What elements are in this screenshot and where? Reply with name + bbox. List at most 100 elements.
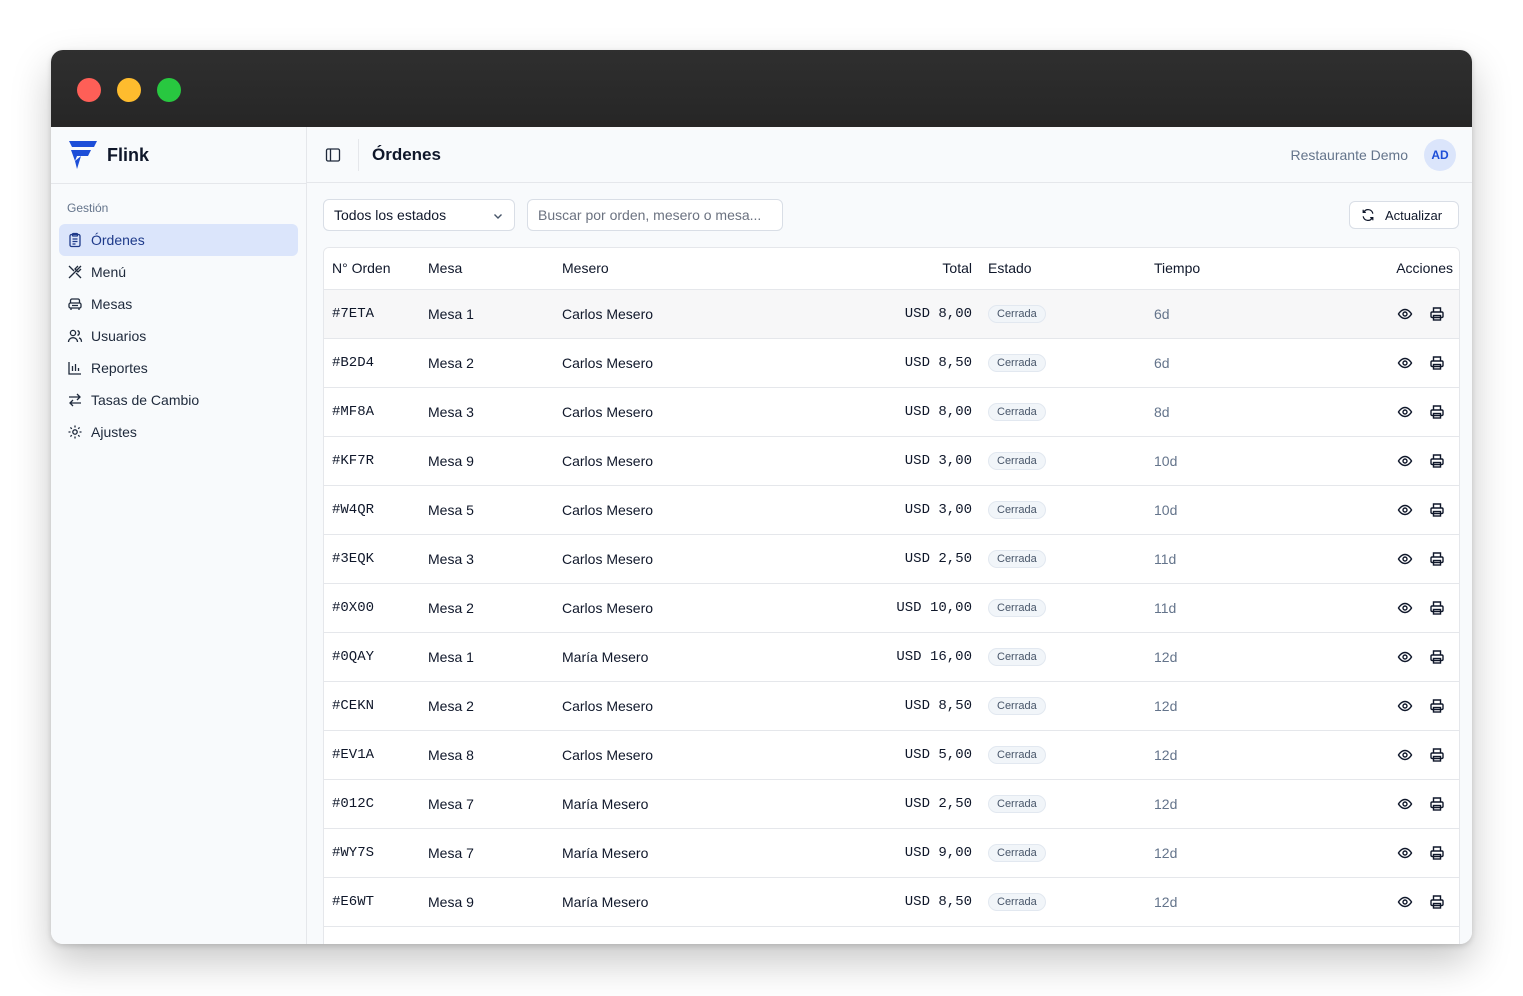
order-estado-cell: Cerrada xyxy=(980,877,1146,927)
table-row[interactable]: #012C Mesa 7 María Mesero USD 2,50 Cerrada 12… xyxy=(324,779,1459,829)
close-window-button[interactable] xyxy=(77,78,101,102)
print-printer-icon[interactable] xyxy=(1429,453,1445,469)
table-row[interactable]: #CEKN Mesa 2 Carlos Mesero USD 8,50 Cerrada 1… xyxy=(324,681,1459,731)
table-row[interactable]: #W4QR Mesa 5 Carlos Mesero USD 3,00 Cerrada 1… xyxy=(324,485,1459,535)
order-mesero: Carlos Mesero xyxy=(554,387,764,437)
column-header-mesero[interactable]: Mesero xyxy=(554,248,764,290)
print-printer-icon[interactable] xyxy=(1429,698,1445,714)
table-row[interactable]: #KF7R Mesa 9 Carlos Mesero USD 3,00 Cerrada 1… xyxy=(324,436,1459,486)
order-estado-cell: Cerrada xyxy=(980,387,1146,437)
sidebar-item-tasas-de-cambio[interactable]: Tasas de Cambio xyxy=(59,384,298,416)
view-eye-icon[interactable] xyxy=(1397,649,1413,665)
column-header-acciones: Acciones xyxy=(1310,248,1459,290)
view-eye-icon[interactable] xyxy=(1397,698,1413,714)
status-badge: Cerrada xyxy=(988,403,1046,421)
sidebar-item-reportes[interactable]: Reportes xyxy=(59,352,298,384)
view-eye-icon[interactable] xyxy=(1397,306,1413,322)
print-printer-icon[interactable] xyxy=(1429,796,1445,812)
order-tiempo: 12d xyxy=(1146,877,1310,927)
table-row[interactable]: #B2D4 Mesa 2 Carlos Mesero USD 8,50 Cerrada 6… xyxy=(324,338,1459,388)
column-header-estado[interactable]: Estado xyxy=(980,248,1146,290)
order-id: #KF7R xyxy=(324,436,420,486)
view-eye-icon[interactable] xyxy=(1397,894,1413,910)
order-mesa: Mesa 1 xyxy=(420,632,554,682)
view-eye-icon[interactable] xyxy=(1397,404,1413,420)
table-row[interactable]: #WY7S Mesa 7 María Mesero USD 9,00 Cerrada 12… xyxy=(324,828,1459,878)
print-printer-icon[interactable] xyxy=(1429,747,1445,763)
order-total: USD 5,00 xyxy=(764,730,980,780)
sidebar-group-label: Gestión xyxy=(67,201,109,215)
order-actions xyxy=(1310,681,1459,731)
print-printer-icon[interactable] xyxy=(1429,845,1445,861)
table-row[interactable]: #3EQK Mesa 3 Carlos Mesero USD 2,50 Cerrada 1… xyxy=(324,534,1459,584)
column-header-total[interactable]: Total xyxy=(764,248,980,290)
sidebar-item-label: Ajustes xyxy=(91,424,137,440)
sidebar-item-usuarios[interactable]: Usuarios xyxy=(59,320,298,352)
table-row[interactable]: #7ETA Mesa 1 Carlos Mesero USD 8,00 Cerrada 6… xyxy=(324,289,1459,339)
print-printer-icon[interactable] xyxy=(1429,306,1445,322)
order-tiempo: 11d xyxy=(1146,534,1310,584)
table-row[interactable]: #E6WT Mesa 9 María Mesero USD 8,50 Cerrada 12… xyxy=(324,877,1459,927)
status-badge: Cerrada xyxy=(988,746,1046,764)
print-printer-icon[interactable] xyxy=(1429,502,1445,518)
print-printer-icon[interactable] xyxy=(1429,894,1445,910)
status-filter-value: Todos los estados xyxy=(334,207,447,223)
sidebar-item-menu[interactable]: Menú xyxy=(59,256,298,288)
view-eye-icon[interactable] xyxy=(1397,355,1413,371)
table-row[interactable]: #EV1A Mesa 8 Carlos Mesero USD 5,00 Cerrada 1… xyxy=(324,730,1459,780)
view-eye-icon[interactable] xyxy=(1397,502,1413,518)
order-mesero: María Mesero xyxy=(554,779,764,829)
print-printer-icon[interactable] xyxy=(1429,600,1445,616)
view-eye-icon[interactable] xyxy=(1397,551,1413,567)
order-mesero: María Mesero xyxy=(554,632,764,682)
order-estado-cell: Cerrada xyxy=(980,534,1146,584)
table-row[interactable]: #0QAY Mesa 1 María Mesero USD 16,00 Cerrada 1… xyxy=(324,632,1459,682)
order-id: #W4QR xyxy=(324,485,420,535)
sidebar-item-ordenes[interactable]: Órdenes xyxy=(59,224,298,256)
table-row[interactable]: #0X00 Mesa 2 Carlos Mesero USD 10,00 Cerrada… xyxy=(324,583,1459,633)
minimize-window-button[interactable] xyxy=(117,78,141,102)
print-printer-icon[interactable] xyxy=(1429,551,1445,567)
order-tiempo: 6d xyxy=(1146,289,1310,339)
order-mesero: Carlos Mesero xyxy=(554,338,764,388)
order-actions xyxy=(1310,779,1459,829)
sidebar: Flink Gestión Órdenes Menú Mesas Usuario… xyxy=(51,127,307,944)
sidebar-item-ajustes[interactable]: Ajustes xyxy=(59,416,298,448)
view-eye-icon[interactable] xyxy=(1397,453,1413,469)
view-eye-icon[interactable] xyxy=(1397,747,1413,763)
refresh-button[interactable]: Actualizar xyxy=(1349,201,1459,229)
order-id: #0QAY xyxy=(324,632,420,682)
order-actions xyxy=(1310,436,1459,486)
sidebar-item-mesas[interactable]: Mesas xyxy=(59,288,298,320)
print-printer-icon[interactable] xyxy=(1429,404,1445,420)
print-printer-icon[interactable] xyxy=(1429,649,1445,665)
column-header-tiempo[interactable]: Tiempo xyxy=(1146,248,1310,290)
status-badge: Cerrada xyxy=(988,844,1046,862)
order-id: #7ETA xyxy=(324,289,420,339)
view-eye-icon[interactable] xyxy=(1397,845,1413,861)
order-mesa: Mesa 7 xyxy=(420,779,554,829)
view-eye-icon[interactable] xyxy=(1397,796,1413,812)
sidebar-item-label: Mesas xyxy=(91,296,133,312)
order-mesero: Carlos Mesero xyxy=(554,289,764,339)
order-total: USD 10,00 xyxy=(764,583,980,633)
status-badge: Cerrada xyxy=(988,452,1046,470)
column-header-orden[interactable]: N° Orden xyxy=(324,248,420,290)
brand[interactable]: Flink xyxy=(51,127,306,184)
avatar[interactable]: AD xyxy=(1424,139,1456,171)
column-header-mesa[interactable]: Mesa xyxy=(420,248,554,290)
order-actions xyxy=(1310,289,1459,339)
order-estado-cell: Cerrada xyxy=(980,681,1146,731)
table-row[interactable]: #MF8A Mesa 3 Carlos Mesero USD 8,00 Cerrada 8… xyxy=(324,387,1459,437)
maximize-window-button[interactable] xyxy=(157,78,181,102)
top-header: Órdenes Restaurante Demo AD xyxy=(307,127,1472,183)
order-estado-cell: Cerrada xyxy=(980,632,1146,682)
print-printer-icon[interactable] xyxy=(1429,355,1445,371)
sidebar-toggle-icon[interactable] xyxy=(325,147,341,163)
view-eye-icon[interactable] xyxy=(1397,600,1413,616)
header-divider xyxy=(358,139,359,171)
app-window: Flink Gestión Órdenes Menú Mesas Usuario… xyxy=(51,50,1472,944)
search-input[interactable] xyxy=(527,199,783,231)
status-badge: Cerrada xyxy=(988,354,1046,372)
status-filter-select[interactable]: Todos los estados xyxy=(323,199,515,231)
